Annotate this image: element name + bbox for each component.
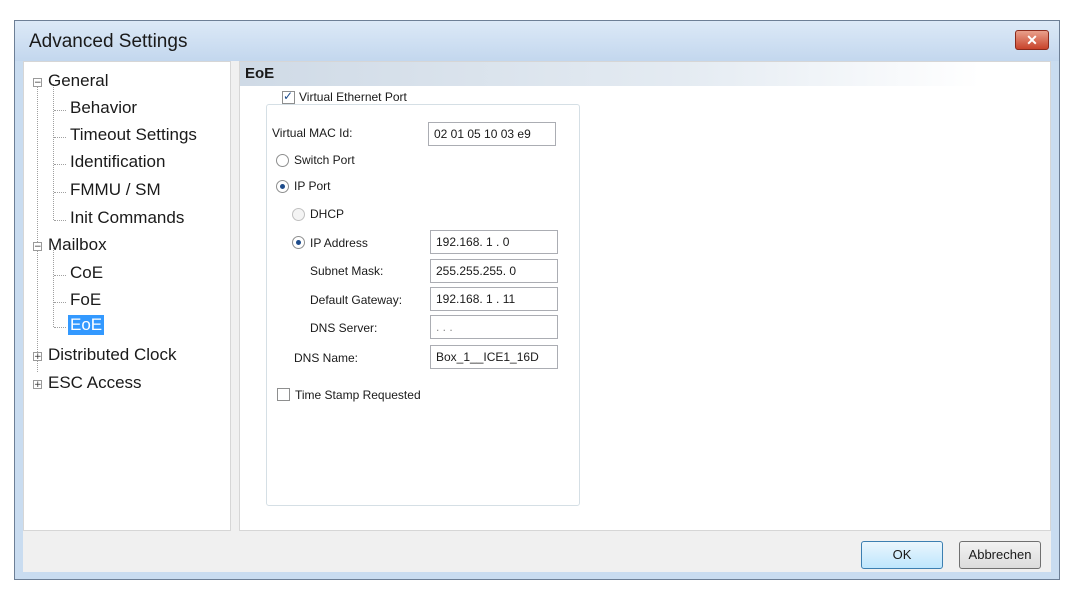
virtual-mac-field[interactable]: 02 01 05 10 03 e9 [428,122,556,146]
ip-address-radio[interactable] [292,236,305,249]
dns-name-field[interactable]: Box_1__ICE1_16D [430,345,558,369]
expand-icon[interactable]: + [33,352,42,362]
tree-item-behavior[interactable]: Behavior [70,98,137,118]
dns-name-label: DNS Name: [294,351,359,365]
tree-connector [54,275,66,276]
close-button[interactable]: ✕ [1015,30,1049,50]
tree-connector [54,220,66,221]
virtual-ethernet-port-label: Virtual Ethernet Port [299,90,407,104]
tree-item-esc-access[interactable]: ESC Access [48,373,142,393]
section-title: EoE [245,65,275,82]
tree-connector [37,84,38,372]
tree-connector [54,192,66,193]
tree-item-coe[interactable]: CoE [70,263,103,283]
ok-button[interactable]: OK [861,541,943,569]
virtual-mac-label: Virtual MAC Id: [272,126,353,140]
tree-item-timeout-settings[interactable]: Timeout Settings [70,125,197,145]
advanced-settings-window: Advanced Settings ✕ − General Behavior T… [14,20,1060,580]
dhcp-label[interactable]: DHCP [310,207,344,221]
title-bar: Advanced Settings ✕ [15,21,1059,61]
tree-item-foe[interactable]: FoE [70,290,101,310]
ip-address-label[interactable]: IP Address [310,236,368,250]
expand-icon[interactable]: + [33,380,42,390]
tree-item-identification[interactable]: Identification [70,152,165,172]
subnet-mask-label: Subnet Mask: [310,264,384,278]
tree-connector [54,110,66,111]
virtual-ethernet-port-checkbox[interactable]: Virtual Ethernet Port [280,89,409,104]
ip-port-radio[interactable] [276,180,289,193]
collapse-icon[interactable]: − [33,242,42,252]
ip-port-label[interactable]: IP Port [294,179,330,193]
tree-item-eoe[interactable]: EoE [68,315,105,335]
window-title: Advanced Settings [29,31,188,52]
settings-tree: − General Behavior Timeout Settings Iden… [23,61,231,531]
tree-connector [54,137,66,138]
tree-connector [54,302,66,303]
time-stamp-checkbox[interactable] [277,388,290,401]
tree-item-distributed-clock[interactable]: Distributed Clock [48,345,177,365]
switch-port-radio[interactable] [276,154,289,167]
collapse-icon[interactable]: − [33,78,42,88]
close-icon: ✕ [1026,32,1038,48]
default-gateway-field[interactable]: 192.168. 1 . 11 [430,287,558,311]
tree-connector [54,327,66,328]
eoe-settings-pane: EoE Virtual Ethernet Port Virtual MAC Id… [239,61,1051,531]
ip-address-field[interactable]: 192.168. 1 . 0 [430,230,558,254]
tree-connector [53,248,54,327]
tree-item-mailbox[interactable]: Mailbox [48,235,107,255]
switch-port-label[interactable]: Switch Port [294,153,355,167]
section-header: EoE [240,62,980,86]
cancel-button[interactable]: Abbrechen [959,541,1041,569]
tree-item-fmmu-sm[interactable]: FMMU / SM [70,180,161,200]
dialog-client-area: − General Behavior Timeout Settings Iden… [23,61,1051,572]
checkbox-checked-icon[interactable] [282,89,295,104]
default-gateway-label: Default Gateway: [310,293,403,307]
tree-connector [54,164,66,165]
dns-server-label: DNS Server: [310,321,378,335]
subnet-mask-field[interactable]: 255.255.255. 0 [430,259,558,283]
dns-server-field[interactable]: . . . [430,315,558,339]
time-stamp-label[interactable]: Time Stamp Requested [295,388,421,402]
dhcp-radio[interactable] [292,208,305,221]
tree-item-init-commands[interactable]: Init Commands [70,208,184,228]
tree-item-general[interactable]: General [48,71,108,91]
tree-connector [53,84,54,220]
